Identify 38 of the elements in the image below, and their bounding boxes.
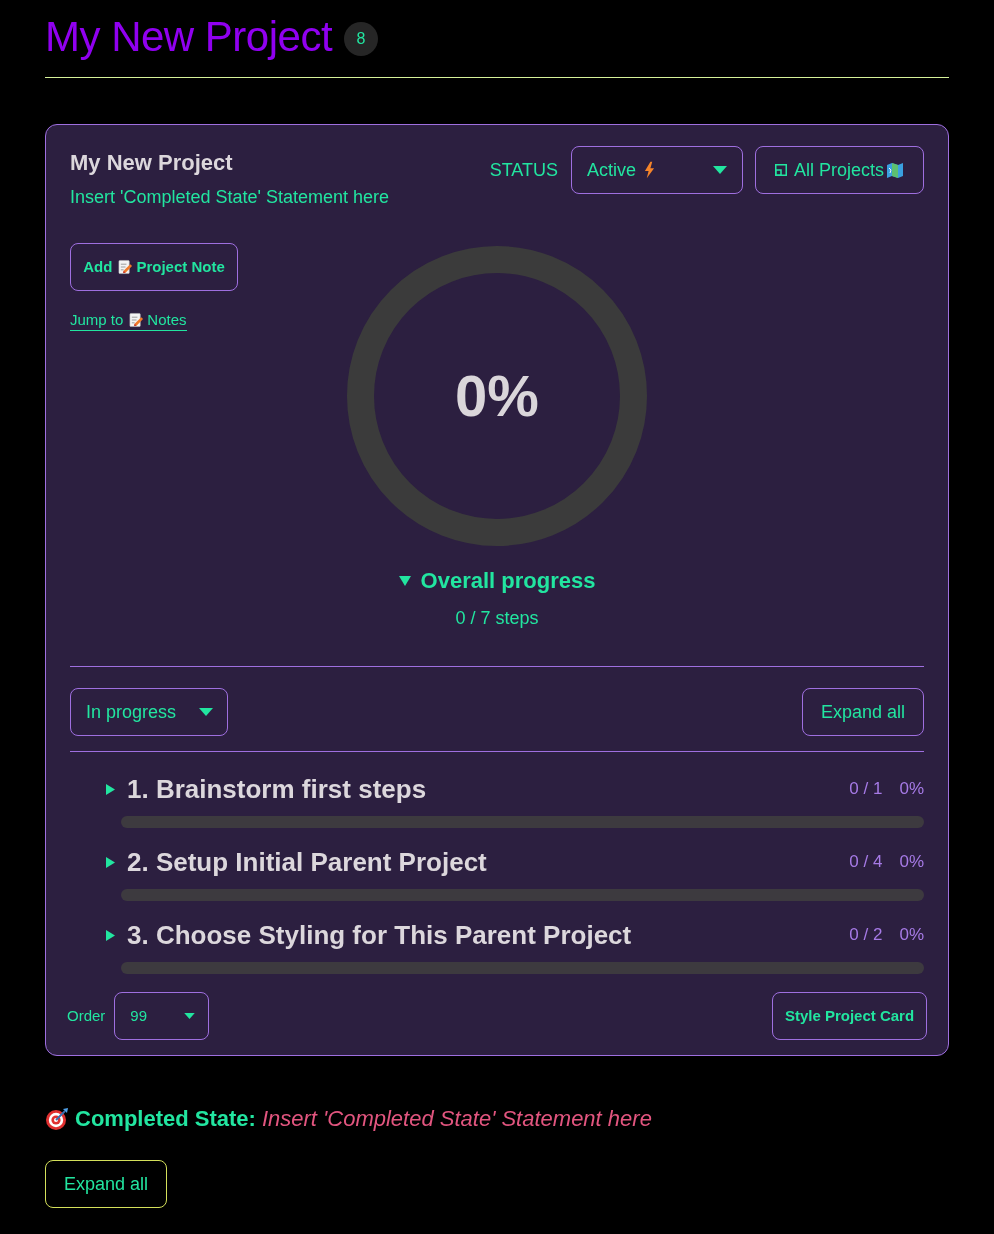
task-title[interactable]: 1. Brainstorm first steps [106,772,427,806]
expand-all-button[interactable]: Expand all [802,688,924,736]
lightning-icon [644,161,656,179]
steps-count: 0 / 7 steps [455,607,539,630]
page-title: My New Project [45,12,333,62]
caret-down-icon [184,1013,196,1019]
count-badge: 8 [344,22,379,56]
style-card-button[interactable]: Style Project Card [772,992,927,1040]
task-percent: 0% [899,924,924,947]
card-statement: Insert 'Completed State' Statement here [70,186,390,209]
all-projects-button[interactable]: All Projects [755,146,924,194]
task-title[interactable]: 3. Choose Styling for This Parent Project [106,918,632,952]
card-title: My New Project [70,149,234,177]
completed-state-text: Insert 'Completed State' Statement here [261,1105,652,1133]
task-count: 0 / 2 [849,924,883,947]
caret-down-icon [199,708,213,716]
progress-percent: 0% [455,364,539,428]
filter-select[interactable]: In progress [70,688,228,736]
map-icon [886,161,904,179]
memo-icon [118,259,134,275]
order-label: Order [67,1005,106,1026]
task-percent: 0% [899,778,924,801]
overall-progress-toggle[interactable]: Overall progress [398,566,596,596]
memo-icon [129,312,145,328]
target-icon [45,1107,69,1131]
task-count: 0 / 1 [849,778,883,801]
task-title[interactable]: 2. Setup Initial Parent Project [106,845,487,879]
expand-all-button[interactable]: Expand all [45,1160,167,1208]
status-select[interactable]: Active [571,146,743,194]
task-count: 0 / 4 [849,851,883,874]
squares-icon [775,164,787,176]
order-select[interactable]: 99 [114,992,210,1040]
status-label: STATUS [489,158,558,182]
task-percent: 0% [899,851,924,874]
caret-down-icon [713,166,727,174]
completed-state-label: Completed State: [75,1105,256,1133]
add-note-button[interactable]: Add Project Note [70,243,238,291]
jump-to-notes-link[interactable]: Jump to Notes [70,310,187,331]
